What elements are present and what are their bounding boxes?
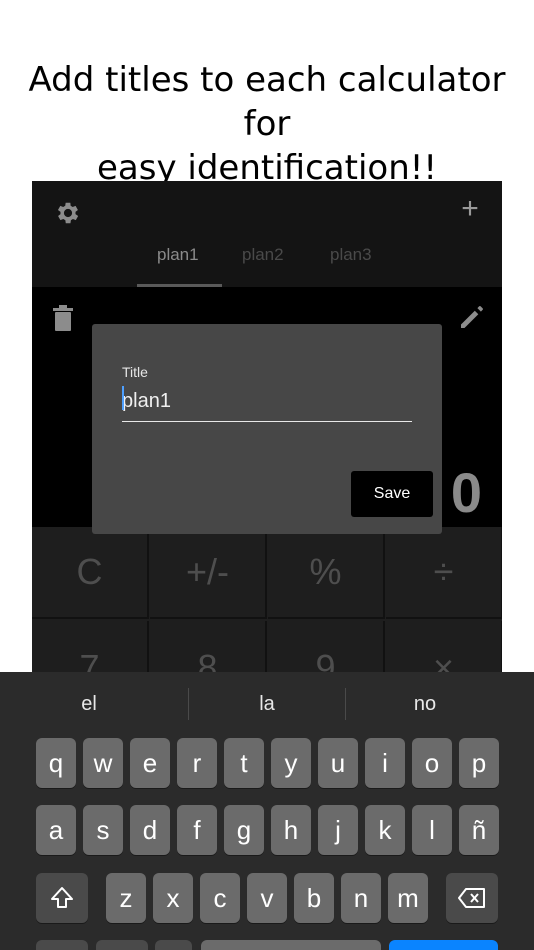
calculator-keypad: C +/- % ÷ 7 8 9 × [32,527,502,713]
suggestion-3[interactable]: no [336,672,514,736]
tab-plan2[interactable]: plan2 [242,245,284,265]
key-t[interactable]: t [224,738,264,788]
key-y[interactable]: y [271,738,311,788]
display-value: 0 [450,461,482,524]
shift-key[interactable] [36,873,88,923]
title-field-label: Title [122,364,148,380]
key-w[interactable]: w [83,738,123,788]
key-a[interactable]: a [36,805,76,855]
key-ñ[interactable]: ñ [459,805,499,855]
save-button[interactable]: Save [351,471,433,517]
tab-plan1[interactable]: plan1 [157,245,199,265]
key-clear[interactable]: C [32,527,149,619]
space-key[interactable] [201,940,381,950]
key-v[interactable]: v [247,873,287,923]
title-input[interactable] [122,382,412,422]
key-z[interactable]: z [106,873,146,923]
key-m[interactable]: m [388,873,428,923]
key-divide[interactable]: ÷ [386,527,502,619]
key-u[interactable]: u [318,738,358,788]
numbers-key[interactable] [36,940,88,950]
promo-headline: Add titles to each calculator for easy i… [0,58,534,190]
key-o[interactable]: o [412,738,452,788]
key-h[interactable]: h [271,805,311,855]
tab-bar: plan1 plan2 plan3 [32,237,502,287]
key-e[interactable]: e [130,738,170,788]
return-key[interactable] [389,940,498,950]
pencil-icon[interactable] [458,303,486,331]
ios-keyboard: el la no qwertyuiop asdfghjklñ zxcvbnm [0,672,534,950]
text-caret [122,386,124,410]
key-p[interactable]: p [459,738,499,788]
plus-icon[interactable]: + [456,194,484,224]
key-b[interactable]: b [294,873,334,923]
key-f[interactable]: f [177,805,217,855]
key-r[interactable]: r [177,738,217,788]
shift-icon [51,887,73,908]
backspace-key[interactable] [446,873,498,923]
app-bar: + plan1 plan2 plan3 [32,181,502,287]
gear-icon[interactable] [54,199,82,227]
mic-key[interactable] [155,940,192,950]
key-j[interactable]: j [318,805,358,855]
key-k[interactable]: k [365,805,405,855]
key-g[interactable]: g [224,805,264,855]
suggestion-1[interactable]: el [0,672,178,736]
suggestion-2[interactable]: la [178,672,356,736]
key-x[interactable]: x [153,873,193,923]
title-dialog: Title Save [92,324,442,534]
key-percent[interactable]: % [268,527,385,619]
key-d[interactable]: d [130,805,170,855]
backspace-icon [458,888,485,908]
emoji-key[interactable] [96,940,148,950]
tab-plan3[interactable]: plan3 [330,245,372,265]
key-n[interactable]: n [341,873,381,923]
key-sign[interactable]: +/- [150,527,267,619]
key-q[interactable]: q [36,738,76,788]
key-c[interactable]: c [200,873,240,923]
trash-icon[interactable] [52,305,74,331]
key-l[interactable]: l [412,805,452,855]
key-s[interactable]: s [83,805,123,855]
headline-line-1: Add titles to each calculator for [28,60,506,144]
key-i[interactable]: i [365,738,405,788]
